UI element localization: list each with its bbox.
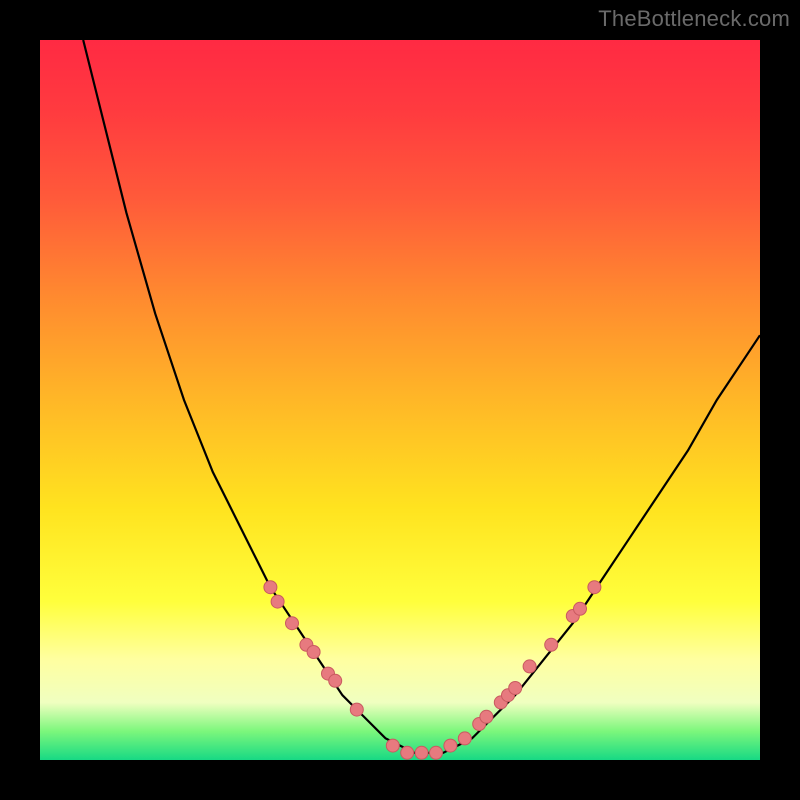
curve-marker: [264, 581, 277, 594]
curve-marker: [415, 746, 428, 759]
watermark-text: TheBottleneck.com: [598, 6, 790, 32]
chart-frame: TheBottleneck.com: [0, 0, 800, 800]
plot-area: [40, 40, 760, 760]
curve-marker: [307, 646, 320, 659]
curve-marker: [588, 581, 601, 594]
curve-marker: [480, 710, 493, 723]
curve-marker: [458, 732, 471, 745]
curve-marker: [401, 746, 414, 759]
curve-marker: [286, 617, 299, 630]
curve-marker: [329, 674, 342, 687]
curve-marker: [523, 660, 536, 673]
curve-marker: [386, 739, 399, 752]
curve-marker: [509, 682, 522, 695]
chart-svg: [40, 40, 760, 760]
curve-marker: [545, 638, 558, 651]
curve-marker: [430, 746, 443, 759]
bottleneck-curve: [83, 40, 760, 753]
curve-markers: [264, 581, 601, 760]
curve-marker: [350, 703, 363, 716]
curve-marker: [271, 595, 284, 608]
curve-marker: [444, 739, 457, 752]
curve-marker: [574, 602, 587, 615]
